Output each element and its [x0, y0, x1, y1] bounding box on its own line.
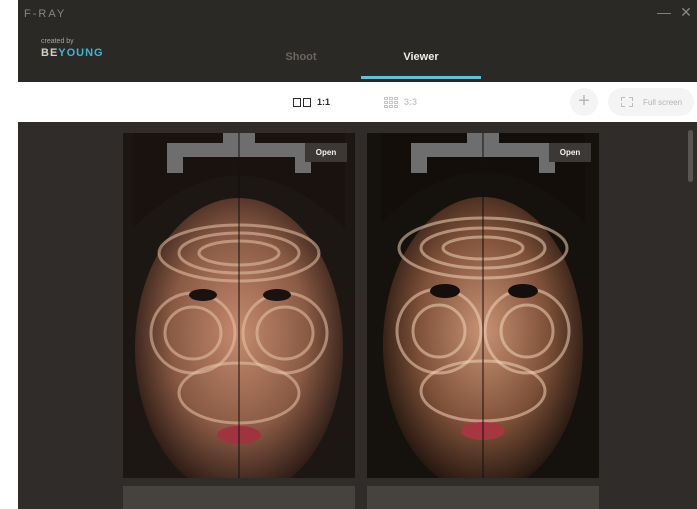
layout-3x3-button[interactable]: 3:3	[384, 95, 417, 109]
app-title: F-RAY	[24, 8, 67, 20]
open-button[interactable]: Open	[305, 143, 347, 162]
active-tab-indicator	[361, 76, 481, 79]
two-panel-icon	[293, 97, 311, 107]
fullscreen-button[interactable]: Full screen	[608, 88, 694, 116]
layout-1x1-button[interactable]: 1:1	[293, 95, 330, 109]
created-by-label: created by	[41, 38, 74, 45]
add-button[interactable]: +	[570, 88, 598, 116]
layout-3x3-label: 3:3	[404, 97, 418, 107]
grid-icon	[384, 96, 398, 108]
fullscreen-label: Full screen	[643, 97, 683, 107]
brand-text-b: YOUNG	[58, 47, 104, 59]
tab-shoot[interactable]: Shoot	[241, 50, 361, 82]
fullscreen-icon	[621, 97, 633, 107]
title-bar: F-RAY created by BEYOUNG — ✕ Shoot Viewe…	[18, 0, 697, 82]
photo-panel[interactable]: Open	[123, 133, 355, 478]
app-window: F-RAY created by BEYOUNG — ✕ Shoot Viewe…	[18, 0, 697, 509]
viewer-toolbar: 1:1 3:3 + Full screen	[18, 82, 697, 122]
brand-logo: BEYOUNG	[41, 47, 104, 59]
plus-icon: +	[578, 90, 590, 112]
face-photo-image	[367, 133, 599, 478]
vertical-scrollbar[interactable]	[688, 130, 693, 182]
layout-1x1-label: 1:1	[317, 97, 331, 107]
open-button[interactable]: Open	[549, 143, 591, 162]
face-photo-image	[123, 133, 355, 478]
brand-text-a: BE	[41, 47, 59, 59]
minimize-icon: —	[657, 4, 671, 20]
photo-panel[interactable]: Open	[367, 133, 599, 478]
viewer-content: Open Open	[18, 122, 697, 509]
close-icon: ✕	[680, 4, 692, 20]
close-button[interactable]: ✕	[678, 4, 694, 20]
photo-slot-placeholder	[367, 486, 599, 509]
minimize-button[interactable]: —	[656, 4, 672, 20]
photo-slot-placeholder	[123, 486, 355, 509]
